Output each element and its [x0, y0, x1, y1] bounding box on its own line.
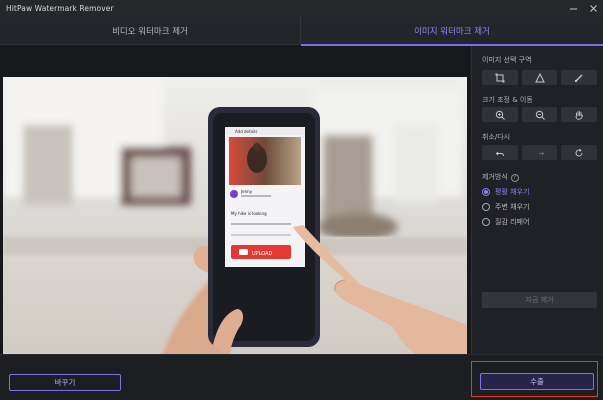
selection-label: 이미지 선택 구역 [482, 56, 532, 64]
method-smooth-label: 평활 채우기 [495, 187, 530, 196]
polygon-select-button[interactable] [521, 70, 558, 85]
tab-image-watermark[interactable]: 이미지 워터마크 제거 [301, 17, 603, 46]
method-surrounding-label: 주변 채우기 [495, 202, 530, 211]
rectangle-select-icon [495, 73, 505, 82]
mode-tabs: 비디오 워터마크 제거 이미지 워터마크 제거 [0, 17, 603, 46]
brush-icon [574, 74, 583, 82]
title-bar: HitPaw Watermark Remover [0, 0, 603, 17]
method-smooth[interactable]: 평활 채우기 [482, 186, 529, 197]
export-button[interactable]: 수출 [480, 373, 594, 390]
pan-button[interactable] [561, 107, 598, 122]
tab-video-watermark[interactable]: 비디오 워터마크 제거 [0, 17, 301, 45]
method-surrounding[interactable]: 주변 채우기 [482, 201, 529, 212]
brush-select-button[interactable] [561, 70, 598, 85]
undo-label: 취소/다시 [482, 133, 511, 141]
zoom-tools [482, 107, 598, 122]
zoom-in-icon [495, 110, 505, 120]
method-label: 제거방식 [482, 173, 508, 181]
radio-icon [482, 217, 490, 226]
screen-caption: My hike is looking [231, 211, 267, 216]
remove-now-button[interactable]: 지금 제거 [482, 292, 597, 308]
undo-button[interactable] [482, 145, 518, 160]
change-button[interactable]: 바꾸기 [9, 374, 121, 391]
minimize-button[interactable] [563, 0, 583, 17]
help-icon[interactable]: ? [510, 173, 519, 182]
screen-upload: UPLOAD [252, 251, 273, 257]
close-icon [589, 5, 597, 12]
zoom-out-button[interactable] [521, 107, 558, 122]
screen-header: Add details [235, 129, 257, 134]
radio-icon [482, 202, 490, 211]
refresh-icon [575, 148, 583, 156]
close-button[interactable] [583, 0, 603, 17]
redo-button[interactable] [521, 145, 558, 160]
window-controls [563, 0, 603, 17]
preview-image[interactable]: Add details Jenny My hike is looking UPL… [3, 77, 467, 383]
method-label-wrap: 제거방식? [482, 172, 519, 182]
undo-icon [495, 151, 504, 156]
history-tools [482, 145, 598, 160]
reset-button[interactable] [561, 145, 598, 160]
preview-canvas: Add details Jenny My hike is looking UPL… [0, 46, 470, 383]
zoom-out-icon [535, 110, 545, 120]
resize-label: 크기 조정 & 이동 [482, 96, 533, 104]
redo-icon [538, 151, 544, 155]
rect-select-button[interactable] [482, 70, 518, 85]
hand-icon [575, 110, 583, 120]
screen-user: Jenny [240, 189, 253, 194]
settings-panel: 이미지 선택 구역 크기 조정 & 이동 취소/다시 제거방식 ? 평활 채우기… [471, 46, 603, 354]
minimize-icon [569, 8, 577, 10]
method-texture[interactable]: 질감 리페어 [482, 216, 529, 227]
app-title: HitPaw Watermark Remover [6, 4, 114, 13]
polygon-select-icon [534, 72, 545, 82]
method-texture-label: 질감 리페어 [495, 217, 530, 226]
zoom-in-button[interactable] [482, 107, 518, 122]
bottom-bar: 바꾸기 수출 [0, 354, 603, 400]
radio-selected-icon [482, 187, 490, 196]
selection-tools [482, 70, 598, 85]
